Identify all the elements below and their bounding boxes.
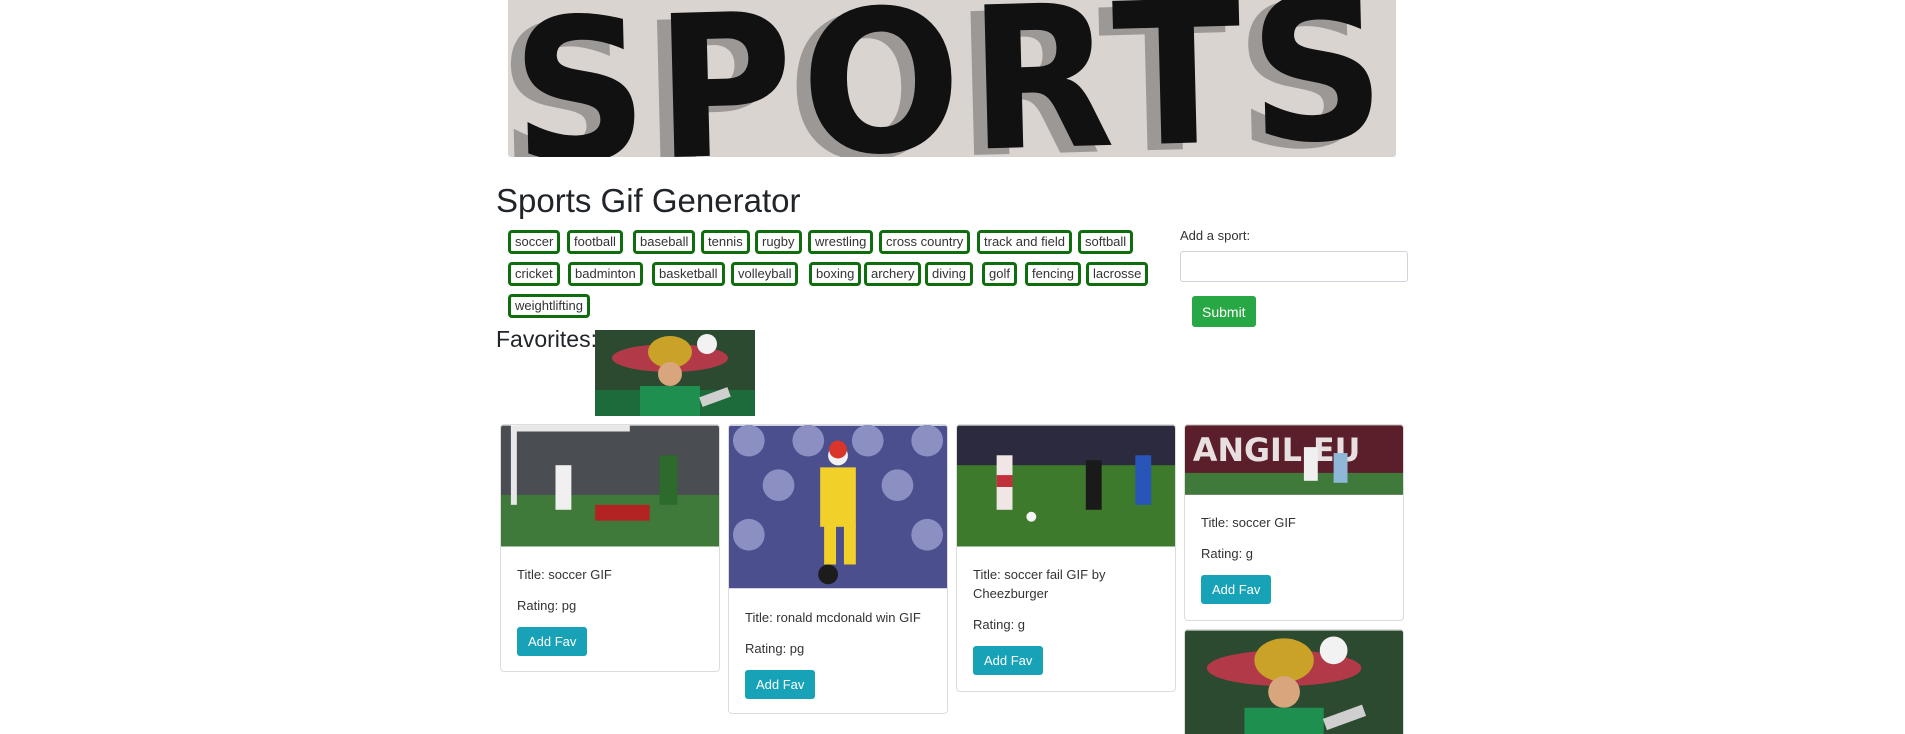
- sport-button-golf[interactable]: golf: [982, 262, 1017, 286]
- sports-banner: SPORTS: [508, 0, 1396, 157]
- sport-button-tennis[interactable]: tennis: [701, 230, 750, 254]
- sport-button-track-and-field[interactable]: track and field: [977, 230, 1072, 254]
- sport-button-volleyball[interactable]: volleyball: [731, 262, 799, 286]
- favorites-label: Favorites:: [496, 326, 597, 352]
- gif-title: Title: soccer GIF: [1201, 515, 1296, 530]
- add-fav-button[interactable]: Add Fav: [517, 627, 588, 656]
- favorite-gif-image[interactable]: [595, 330, 755, 416]
- sport-button-diving[interactable]: diving: [925, 262, 973, 286]
- gif-card: Title: soccer GIF Rating: pg Add Fav: [500, 424, 720, 672]
- sport-button-badminton[interactable]: badminton: [568, 262, 643, 286]
- gif-card: ANGIL EU Title: soccer GIF Rating: g Add…: [1184, 424, 1404, 621]
- gif-rating: Rating: g: [1201, 546, 1254, 561]
- sport-button-rugby[interactable]: rugby: [755, 230, 802, 254]
- sport-button-softball[interactable]: softball: [1078, 230, 1134, 254]
- sport-button-basketball[interactable]: basketball: [652, 262, 725, 286]
- gif-card: Title: ronald mcdonald win GIF Rating: p…: [728, 424, 948, 714]
- sport-button-wrestling[interactable]: wrestling: [808, 230, 874, 254]
- gif-title: Title: soccer GIF: [517, 567, 612, 582]
- add-fav-button[interactable]: Add Fav: [973, 646, 1044, 675]
- sport-button-cricket[interactable]: cricket: [508, 262, 560, 286]
- gif-image[interactable]: [729, 425, 947, 589]
- gif-image[interactable]: [501, 425, 719, 547]
- sport-button-soccer[interactable]: soccer: [508, 230, 561, 254]
- gif-title: Title: ronald mcdonald win GIF: [745, 610, 921, 625]
- sport-button-boxing[interactable]: boxing: [809, 262, 862, 286]
- sport-button-weightlifting[interactable]: weightlifting: [508, 294, 590, 318]
- gif-rating: Rating: g: [973, 617, 1026, 632]
- sport-button-fencing[interactable]: fencing: [1025, 262, 1081, 286]
- add-fav-button[interactable]: Add Fav: [1201, 575, 1272, 604]
- sport-button-baseball[interactable]: baseball: [633, 230, 696, 254]
- gif-image[interactable]: [957, 425, 1175, 547]
- add-sport-input[interactable]: [1180, 251, 1408, 282]
- sport-button-lacrosse[interactable]: lacrosse: [1086, 262, 1149, 286]
- page-title: Sports Gif Generator: [496, 182, 801, 219]
- gif-rating: Rating: pg: [517, 598, 577, 613]
- add-sport-label: Add a sport:: [1180, 228, 1251, 243]
- submit-button[interactable]: Submit: [1192, 296, 1256, 327]
- sport-button-football[interactable]: football: [567, 230, 623, 254]
- banner-logo-text: SPORTS: [508, 0, 1396, 157]
- gif-card: Title: soccer fail GIF by Cheezburger Ra…: [956, 424, 1176, 692]
- add-fav-button[interactable]: Add Fav: [745, 670, 816, 699]
- add-sport-form: Add a sport: Submit: [1180, 228, 1408, 327]
- sport-button-cross-country[interactable]: cross country: [879, 230, 971, 254]
- gif-card: [1184, 629, 1404, 734]
- gif-rating: Rating: pg: [745, 641, 805, 656]
- gif-title: Title: soccer fail GIF by Cheezburger: [973, 567, 1106, 601]
- gif-image[interactable]: ANGIL EU: [1185, 425, 1403, 495]
- gif-image[interactable]: [1185, 630, 1403, 734]
- sport-button-archery[interactable]: archery: [864, 262, 922, 286]
